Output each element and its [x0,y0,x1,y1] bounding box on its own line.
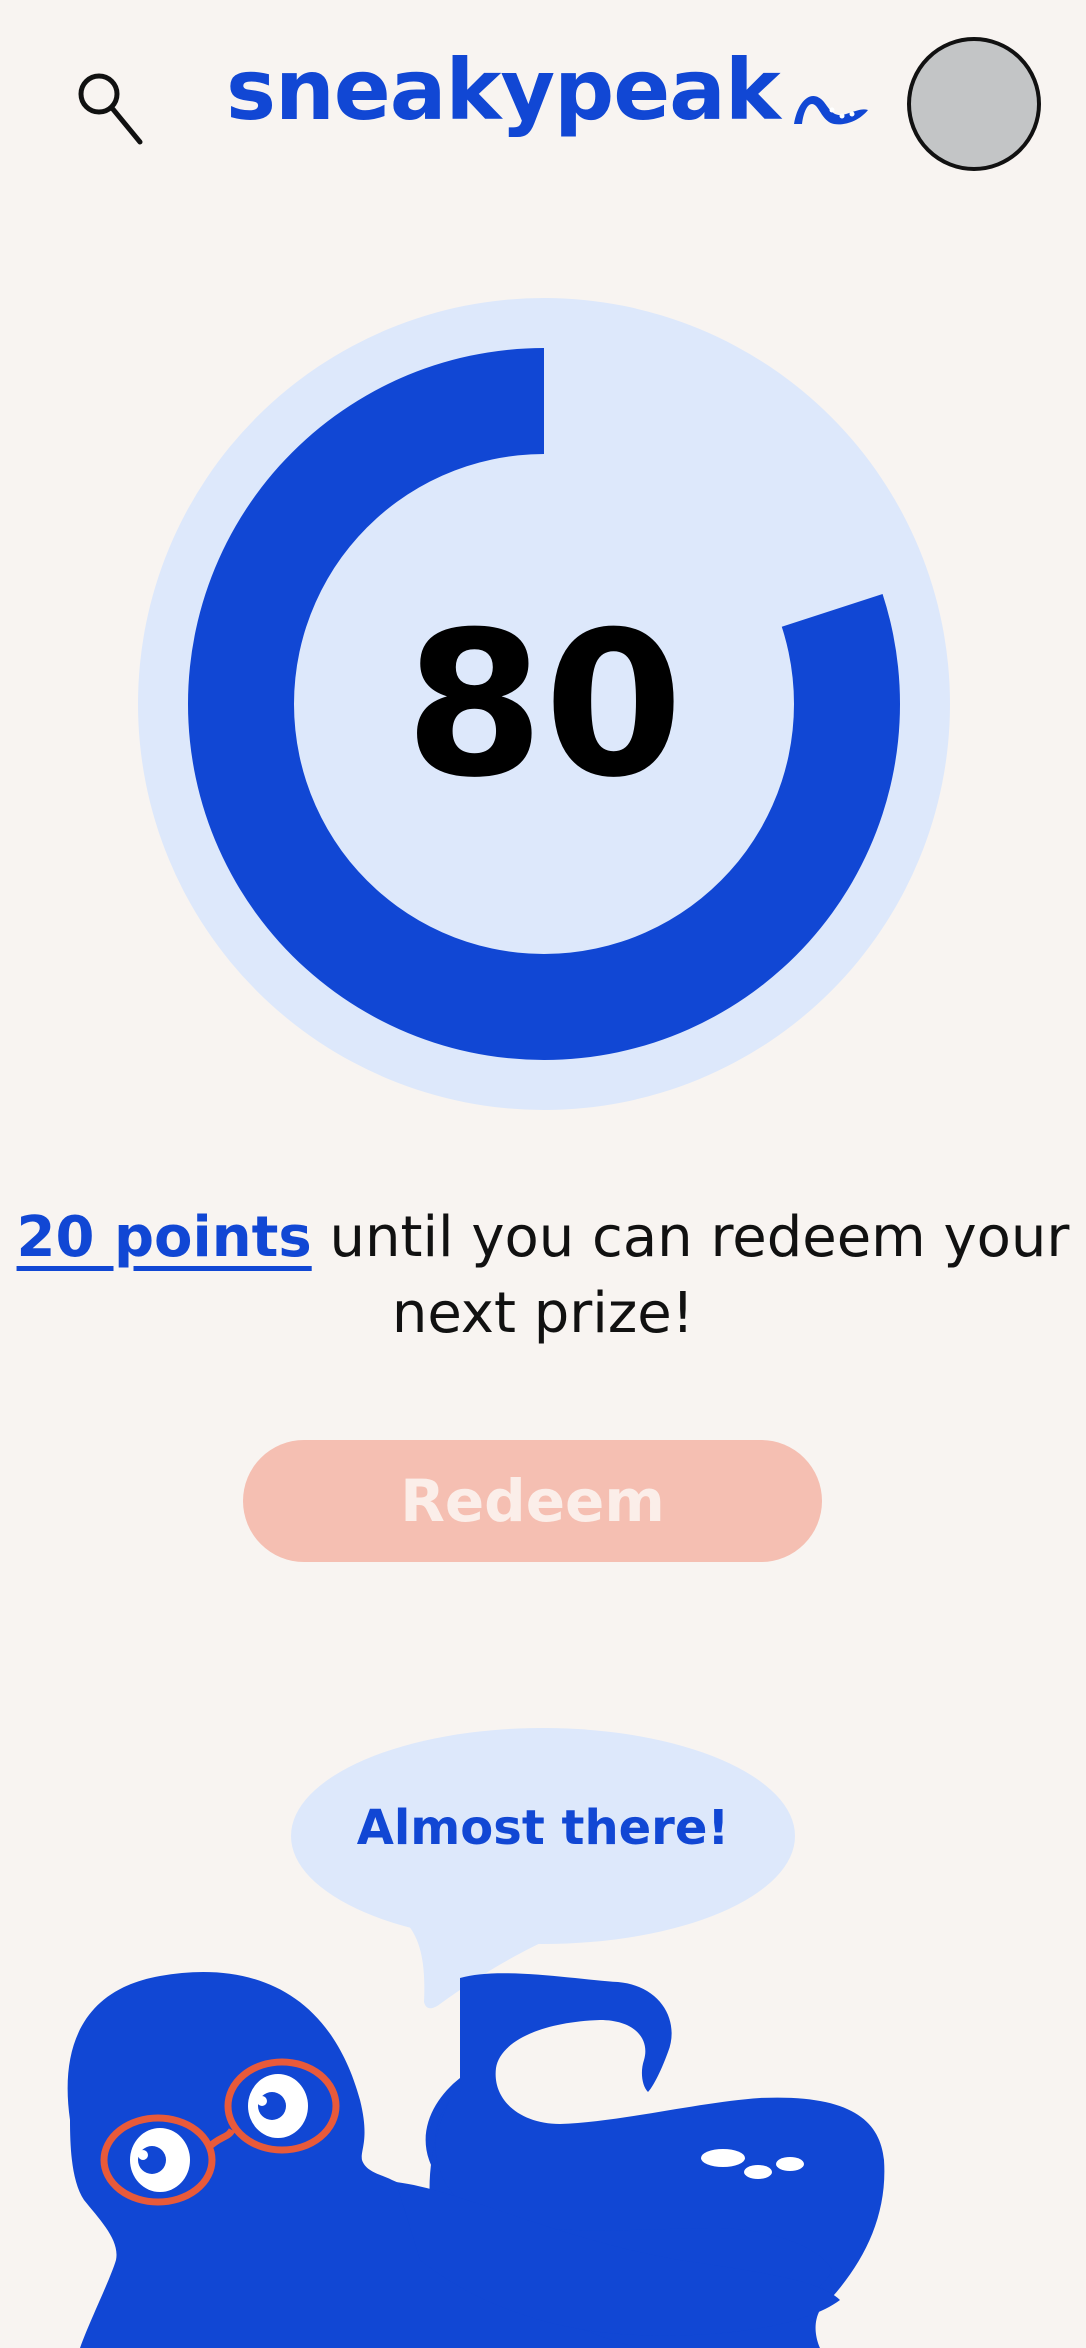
logo-tentacle-icon [794,96,868,125]
search-button[interactable] [68,62,158,152]
rewards-screen: sneakypeak 80 20 points until you can re… [0,0,1086,2348]
points-message-text: until you can redeem your next prize! [311,1205,1070,1346]
brand-logo: sneakypeak [226,41,781,139]
search-icon [78,73,143,145]
speech-bubble [291,1728,795,2009]
points-message: 20 points until you can redeem your next… [0,1200,1086,1352]
speech-bubble-text: Almost there! [356,1800,730,1856]
avatar[interactable] [907,37,1041,171]
redeem-button[interactable]: Redeem [243,1440,822,1562]
points-remaining: 20 points [16,1205,312,1270]
points-gauge: 80 [138,298,950,1110]
score-value: 80 [405,589,683,822]
